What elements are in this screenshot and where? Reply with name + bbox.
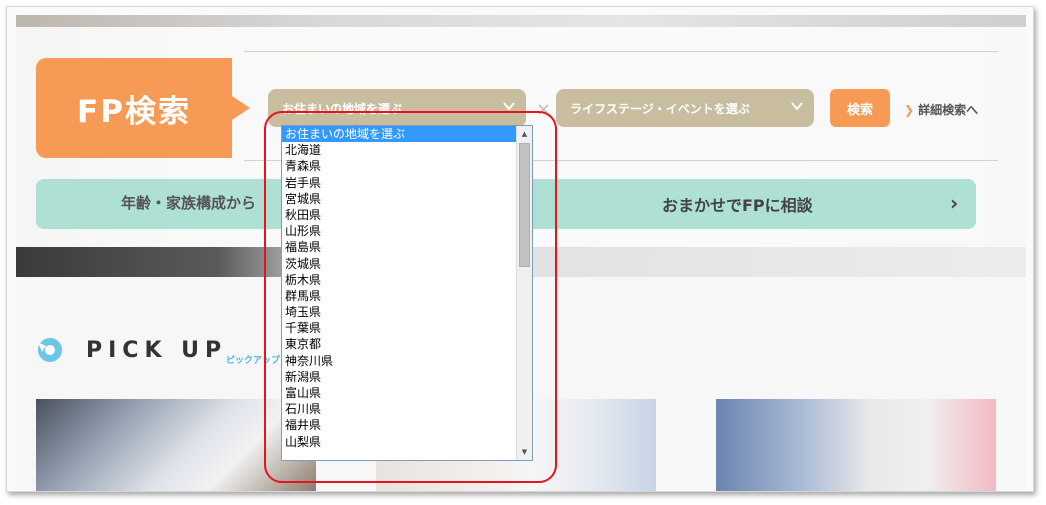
consult-by-age-label[interactable]: 年齢・家族構成から (121, 192, 256, 213)
pickup-image-3[interactable] (716, 399, 996, 491)
detail-search-link[interactable]: ❯ 詳細検索へ (904, 101, 978, 118)
chevron-down-icon (790, 99, 804, 117)
detail-search-label: 詳細検索へ (918, 103, 979, 117)
life-stage-select[interactable]: ライフステージ・イベントを選ぶ (556, 89, 814, 127)
life-stage-select-value: ライフステージ・イベントを選ぶ (570, 101, 750, 116)
pickup-icon (36, 337, 64, 363)
hero-photo-strip (16, 15, 1026, 27)
screenshot-frame: FP検索 お住まいの地域を選ぶ × ライフステージ・イベントを選ぶ 検索 ❯ 詳細… (6, 6, 1034, 492)
fp-search-label: FP検索 (36, 58, 250, 158)
consult-auto-label[interactable]: おまかせでFPに相談 (662, 192, 813, 216)
top-rule (244, 51, 998, 52)
annotation-highlight (264, 111, 557, 483)
pickup-heading: PICK UP (86, 338, 228, 363)
chevron-right-icon: ❯ (904, 103, 915, 117)
chevron-right-icon[interactable]: › (950, 191, 958, 215)
search-button[interactable]: 検索 (830, 89, 890, 127)
